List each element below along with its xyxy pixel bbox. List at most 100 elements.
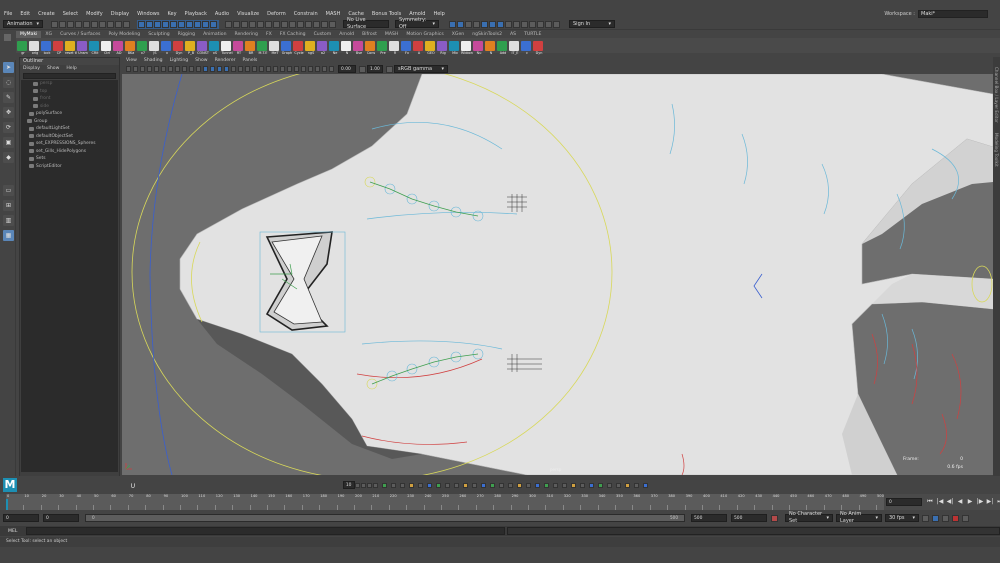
shelf-options[interactable] [0, 31, 16, 53]
viewport-tool-13-icon[interactable] [210, 66, 215, 72]
shelf-n-button[interactable]: N [341, 40, 351, 55]
viewport-tool-1-icon[interactable] [126, 66, 131, 72]
shelf-bse-button[interactable]: Bse [353, 40, 363, 55]
status-tool-5-icon[interactable] [83, 20, 90, 28]
layout-two-tool-icon[interactable]: ▥ [3, 215, 14, 226]
key-tool-22-icon[interactable] [570, 482, 576, 488]
snap-3-icon[interactable] [241, 20, 248, 28]
selection-mask-3-icon[interactable] [154, 20, 161, 28]
viewport-menu-show[interactable]: Show [195, 57, 207, 64]
paint-tool-icon[interactable]: ✎ [3, 92, 14, 103]
exposure-field[interactable]: 0.00 [338, 65, 356, 73]
viewport-tool-20-icon[interactable] [259, 66, 264, 72]
lasso-tool-icon[interactable]: ◌ [3, 77, 14, 88]
layout-persp-tool-icon[interactable]: ▦ [3, 230, 14, 241]
live-surface-field[interactable]: No Live Surface [343, 17, 389, 30]
current-frame-field[interactable]: 0 [886, 497, 922, 506]
snap-10-icon[interactable] [297, 20, 304, 28]
outliner-search-input[interactable] [23, 73, 116, 79]
shelf-xs-button[interactable]: xS [209, 40, 219, 55]
play-forward-button[interactable]: ▶ [967, 498, 974, 505]
play-backward-button[interactable]: ◀ [957, 498, 964, 505]
snap-2-icon[interactable] [233, 20, 240, 28]
key-tool-6-icon[interactable] [426, 482, 432, 488]
range-start-field[interactable]: 0 [43, 514, 79, 522]
key-tool-20-icon[interactable] [552, 482, 558, 488]
snap-1-icon[interactable] [225, 20, 232, 28]
viewport-tool-26-icon[interactable] [301, 66, 306, 72]
viewport-tool-3-icon[interactable] [140, 66, 145, 72]
status-tool-4-icon[interactable] [75, 20, 82, 28]
shelf-tab-arnold[interactable]: Arnold [335, 31, 358, 38]
render-1-icon[interactable] [449, 20, 456, 28]
shelf-ribbon-button[interactable]: Ribbon [461, 40, 473, 55]
time-tool-3-icon[interactable] [366, 482, 372, 488]
shelf-cp-button[interactable]: CP [53, 40, 63, 55]
shelf-tab-ngskintools2[interactable]: ngSkinTools2 [468, 31, 506, 38]
viewport-tool-5-icon[interactable] [154, 66, 159, 72]
menu-file[interactable]: File [0, 9, 16, 19]
shelf-a-button[interactable]: A [413, 40, 423, 55]
key-tool-14-icon[interactable] [498, 482, 504, 488]
render-11-icon[interactable] [529, 20, 536, 28]
shelf-tab-curves-surfaces[interactable]: Curves / Surfaces [56, 31, 104, 38]
step-back-frame-button[interactable]: ◀| [947, 498, 954, 505]
shelf-tab-fx-caching[interactable]: FX Caching [276, 31, 310, 38]
render-6-icon[interactable] [489, 20, 496, 28]
preferences-icon[interactable] [962, 514, 969, 522]
key-tool-4-icon[interactable] [408, 482, 414, 488]
shelf-fx-button[interactable]: Fx [401, 40, 411, 55]
snap-4-icon[interactable] [249, 20, 256, 28]
viewport-menu-lighting[interactable]: Lighting [170, 57, 189, 64]
viewport-menu-shading[interactable]: Shading [144, 57, 163, 64]
render-14-icon[interactable] [553, 20, 560, 28]
shelf-nu-button[interactable]: Nu [473, 40, 483, 55]
shelf-rt-button[interactable]: RT [233, 40, 243, 55]
menu-audio[interactable]: Audio [211, 9, 233, 19]
shelf-tab-xgen[interactable]: XGen [448, 31, 468, 38]
menu-visualize[interactable]: Visualize [233, 9, 263, 19]
outliner-menu-display[interactable]: Display [23, 65, 40, 72]
status-tool-8-icon[interactable] [107, 20, 114, 28]
gamma-field[interactable]: 1.00 [367, 65, 383, 73]
shelf-br-button[interactable]: BR [245, 40, 255, 55]
render-3-icon[interactable] [465, 20, 472, 28]
viewport-tool-10-icon[interactable] [189, 66, 194, 72]
key-tool-9-icon[interactable] [453, 482, 459, 488]
key-tool-10-icon[interactable] [462, 482, 468, 488]
viewport-tool-2-icon[interactable] [133, 66, 138, 72]
viewport-menu-panels[interactable]: Panels [243, 57, 258, 64]
outliner-item-defaultobjectset[interactable]: defaultObjectSet [21, 133, 118, 141]
selection-mask-5-icon[interactable] [170, 20, 177, 28]
loop-icon[interactable] [922, 514, 929, 522]
shelf-geo-button[interactable]: GEO [425, 40, 435, 55]
viewport-tool-18-icon[interactable] [245, 66, 250, 72]
shelf-c-button[interactable]: c [521, 40, 531, 55]
key-tool-16-icon[interactable] [516, 482, 522, 488]
outliner-item-persp[interactable]: persp [21, 80, 118, 88]
shelf-cycle-button[interactable]: Cycle [293, 40, 304, 55]
gear-icon[interactable] [4, 34, 11, 41]
outliner-item-scripteditor[interactable]: ScriptEditor [21, 163, 118, 171]
shelf-tab-xg[interactable]: XG [41, 31, 56, 38]
shelf-const-button[interactable]: CONST [197, 40, 209, 55]
perspective-viewport[interactable]: Frame: 0 0.6 fps persp [122, 74, 993, 475]
key-tool-2-icon[interactable] [390, 482, 396, 488]
viewport-tool-6-icon[interactable] [161, 66, 166, 72]
anim-end-field[interactable]: 500 [731, 514, 767, 522]
key-tool-1-icon[interactable] [381, 482, 387, 488]
viewport-tool-23-icon[interactable] [280, 66, 285, 72]
key-tool-3-icon[interactable] [399, 482, 405, 488]
shelf-tunnel-button[interactable]: Tunnel [221, 40, 233, 55]
key-tool-27-icon[interactable] [615, 482, 621, 488]
selection-mask-8-icon[interactable] [194, 20, 201, 28]
key-tool-28-icon[interactable] [624, 482, 630, 488]
shelf-orig-button[interactable]: orig [29, 40, 39, 55]
menu-create[interactable]: Create [34, 9, 59, 19]
step-forward-key-button[interactable]: ▶| [987, 498, 994, 505]
step-back-key-button[interactable]: |◀ [937, 498, 944, 505]
snap-7-icon[interactable] [273, 20, 280, 28]
key-tool-11-icon[interactable] [471, 482, 477, 488]
range-end-field[interactable]: 500 [691, 514, 727, 522]
shelf-met-button[interactable]: MeT [269, 40, 279, 55]
